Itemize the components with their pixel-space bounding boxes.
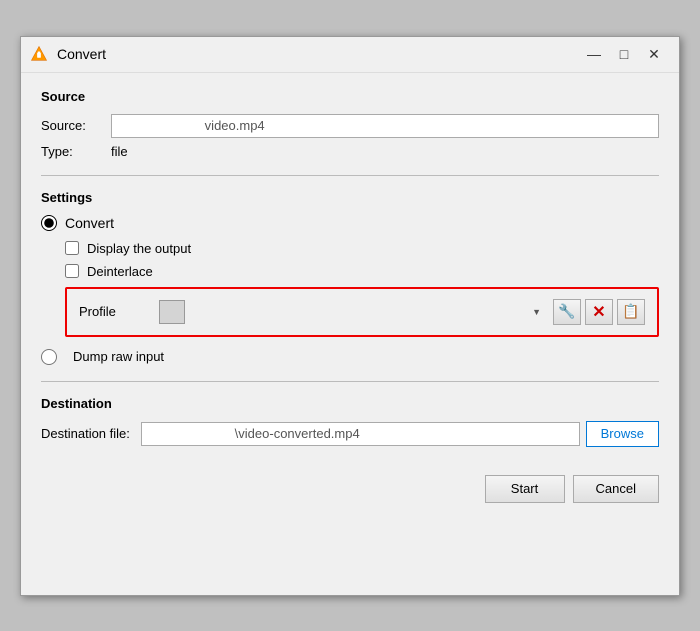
convert-radio[interactable] <box>41 215 57 231</box>
profile-box: Profile 🔧 ✕ 📋 <box>65 287 659 337</box>
edit-profile-button[interactable]: 🔧 <box>553 299 581 325</box>
dump-radio[interactable] <box>41 349 57 365</box>
display-output-label: Display the output <box>87 241 191 256</box>
window-controls: — □ ✕ <box>579 42 669 66</box>
start-button[interactable]: Start <box>485 475 565 503</box>
maximize-button[interactable]: □ <box>609 42 639 66</box>
convert-radio-row[interactable]: Convert <box>41 215 659 231</box>
display-output-row[interactable]: Display the output <box>65 241 659 256</box>
deinterlace-checkbox[interactable] <box>65 264 79 278</box>
type-label: Type: <box>41 144 111 159</box>
destination-section: Destination Destination file: Browse <box>41 396 659 447</box>
destination-field-row: Destination file: Browse <box>41 421 659 447</box>
display-output-checkbox[interactable] <box>65 241 79 255</box>
new-profile-icon: 📋 <box>622 303 639 320</box>
source-field-row: Source: <box>41 114 659 138</box>
deinterlace-row[interactable]: Deinterlace <box>65 264 659 279</box>
settings-section-label: Settings <box>41 190 659 205</box>
settings-section: Settings Convert Display the output Dein… <box>41 190 659 365</box>
dump-radio-label: Dump raw input <box>73 349 164 364</box>
delete-icon: ✕ <box>592 302 605 322</box>
source-section-label: Source <box>41 89 659 104</box>
destination-label: Destination file: <box>41 426 141 441</box>
source-divider <box>41 175 659 176</box>
dest-divider <box>41 381 659 382</box>
profile-select[interactable] <box>159 300 185 324</box>
type-field-row: Type: file <box>41 144 659 159</box>
delete-profile-button[interactable]: ✕ <box>585 299 613 325</box>
convert-radio-label: Convert <box>65 215 114 231</box>
profile-label: Profile <box>79 304 159 319</box>
title-bar: Convert — □ ✕ <box>21 37 679 73</box>
deinterlace-label: Deinterlace <box>87 264 153 279</box>
type-value: file <box>111 144 128 159</box>
browse-button[interactable]: Browse <box>586 421 659 447</box>
close-button[interactable]: ✕ <box>639 42 669 66</box>
footer-buttons: Start Cancel <box>21 463 679 519</box>
dump-raw-row[interactable]: Dump raw input <box>41 349 659 365</box>
dialog-content: Source Source: Type: file Settings Conve… <box>21 73 679 463</box>
cancel-button[interactable]: Cancel <box>573 475 659 503</box>
new-profile-button[interactable]: 📋 <box>617 299 645 325</box>
source-label: Source: <box>41 118 111 133</box>
source-input[interactable] <box>111 114 659 138</box>
window-title: Convert <box>57 46 579 62</box>
wrench-icon: 🔧 <box>558 303 575 320</box>
destination-input[interactable] <box>141 422 580 446</box>
source-section: Source Source: Type: file <box>41 89 659 159</box>
main-window: Convert — □ ✕ Source Source: Type: file … <box>20 36 680 596</box>
profile-select-wrap <box>159 300 545 324</box>
destination-section-label: Destination <box>41 396 659 411</box>
vlc-icon <box>29 44 49 64</box>
minimize-button[interactable]: — <box>579 42 609 66</box>
